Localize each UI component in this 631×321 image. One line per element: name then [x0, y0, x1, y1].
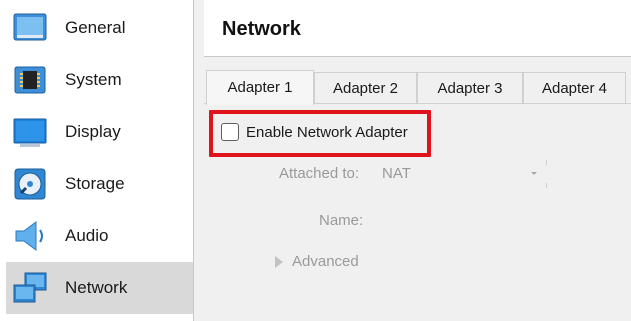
attached-to-value: NAT	[382, 165, 411, 182]
settings-sidebar: General System Display Storage Audio Net…	[0, 0, 194, 321]
sidebar-item-system[interactable]: System	[6, 54, 193, 106]
enable-adapter-label[interactable]: Enable Network Adapter	[246, 124, 408, 141]
advanced-label: Advanced	[292, 253, 359, 270]
sidebar-item-network[interactable]: Network	[6, 262, 193, 314]
sidebar-item-storage[interactable]: Storage	[6, 158, 193, 210]
monitor-icon	[12, 10, 48, 46]
tab-adapter-4[interactable]: Adapter 4	[523, 72, 626, 104]
page-title: Network	[222, 18, 301, 40]
advanced-toggle[interactable]: Advanced	[273, 252, 373, 272]
chevron-down-icon	[531, 172, 537, 175]
combo-border	[546, 183, 547, 188]
sidebar-item-label: Storage	[65, 174, 125, 193]
chip-icon	[12, 62, 48, 98]
disc-icon	[12, 166, 48, 202]
enable-adapter-checkbox[interactable]	[221, 123, 239, 141]
attached-to-label: Attached to:	[279, 165, 360, 182]
adapter-tabbar: Adapter 1 Adapter 2 Adapter 3 Adapter 4	[204, 70, 631, 105]
sidebar-item-label: Network	[65, 278, 128, 297]
sidebar-item-audio[interactable]: Audio	[6, 210, 193, 262]
sidebar-item-general[interactable]: General	[6, 2, 193, 54]
sidebar-item-label: Audio	[65, 226, 109, 245]
combo-border	[546, 160, 547, 165]
tab-adapter-1[interactable]: Adapter 1	[206, 70, 314, 105]
attached-to-select[interactable]: NAT	[376, 160, 548, 188]
sidebar-item-display[interactable]: Display	[6, 106, 193, 158]
page-header: Network	[204, 0, 631, 57]
tab-adapter-3[interactable]: Adapter 3	[417, 72, 523, 104]
sidebar-item-label: System	[65, 70, 122, 89]
tab-adapter-2[interactable]: Adapter 2	[314, 72, 417, 104]
sidebar-item-label: Display	[65, 122, 121, 141]
display-icon	[12, 114, 48, 150]
speaker-icon	[12, 218, 48, 254]
triangle-right-icon	[275, 256, 283, 268]
network-icon	[12, 270, 48, 306]
name-label: Name:	[319, 212, 364, 229]
sidebar-item-label: General	[65, 18, 126, 37]
